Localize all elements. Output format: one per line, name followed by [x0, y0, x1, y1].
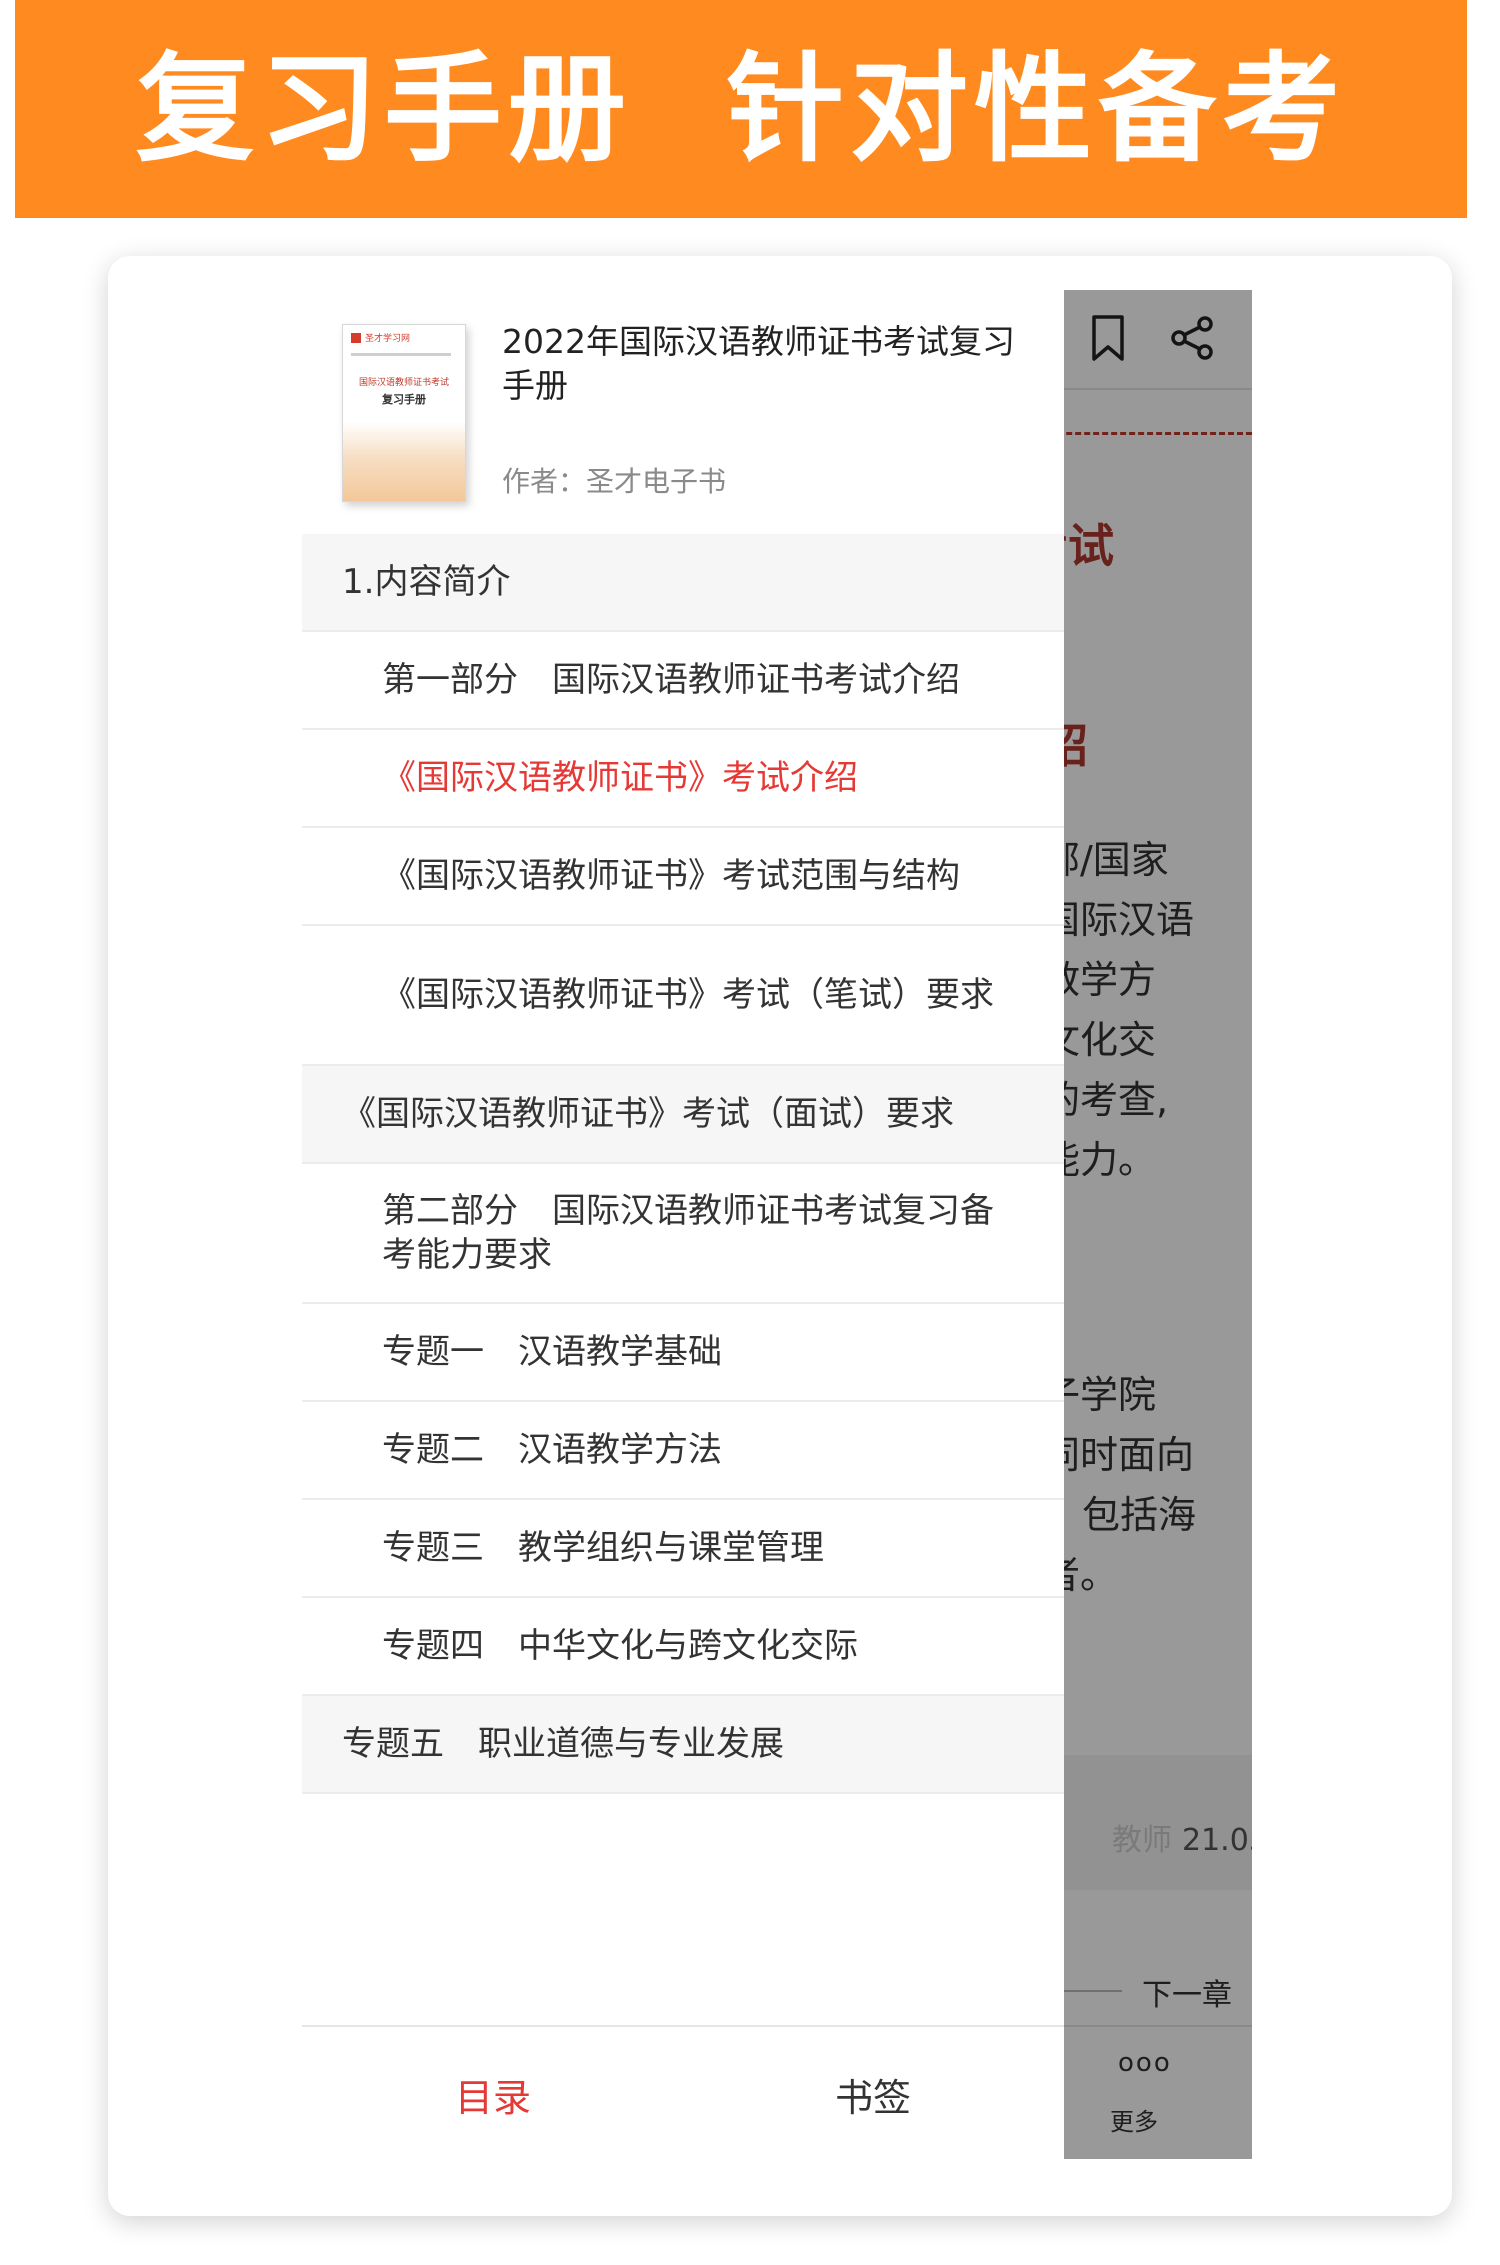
toc-item-label: 专题四 中华文化与跨文化交际	[382, 1626, 858, 1666]
toc-item-label: 专题三 教学组织与课堂管理	[382, 1528, 824, 1568]
cover-subtitle: 复习手册	[382, 393, 426, 406]
contents-drawer: 圣才学习网 国际汉语教师证书考试 复习手册 2022年国际汉语教师证书考试复习手…	[302, 290, 1064, 2159]
toc-item-label: 第二部分 国际汉语教师证书考试复习备考能力要求	[382, 1191, 994, 1275]
banner-title: 复习手册 针对性备考	[135, 40, 1347, 178]
cover-title: 国际汉语教师证书考试	[358, 378, 449, 388]
toc-item-active[interactable]: 《国际汉语教师证书》考试介绍	[302, 730, 1064, 828]
toc-item[interactable]: 《国际汉语教师证书》考试（笔试）要求	[302, 926, 1064, 1066]
toc-item[interactable]: 《国际汉语教师证书》考试范围与结构	[302, 828, 1064, 926]
toc-item[interactable]: 第二部分 国际汉语教师证书考试复习备考能力要求	[302, 1164, 1064, 1304]
toc-list: 1.内容简介 第一部分 国际汉语教师证书考试介绍 《国际汉语教师证书》考试介绍 …	[302, 534, 1064, 1794]
publisher-logo-icon	[351, 333, 361, 343]
toc-item-label: 专题一 汉语教学基础	[382, 1332, 722, 1372]
tab-bookmarks[interactable]: 书签	[835, 2067, 911, 2122]
cover-rule	[351, 353, 451, 356]
book-author: 作者：圣才电子书	[502, 465, 727, 498]
toc-item[interactable]: 专题三 教学组织与课堂管理	[302, 1500, 1064, 1598]
toc-item[interactable]: 专题四 中华文化与跨文化交际	[302, 1598, 1064, 1696]
toc-item-label: 《国际汉语教师证书》考试介绍	[382, 758, 858, 798]
toc-item-label: 专题二 汉语教学方法	[382, 1430, 722, 1470]
promo-banner: 复习手册 针对性备考	[15, 0, 1467, 218]
toc-item-label: 1.内容简介	[342, 562, 511, 602]
toc-item[interactable]: 专题二 汉语教学方法	[302, 1402, 1064, 1500]
book-title: 2022年国际汉语教师证书考试复习手册	[502, 322, 1015, 405]
toc-item-label: 专题五 职业道德与专业发展	[342, 1724, 784, 1764]
toc-item[interactable]: 《国际汉语教师证书》考试（面试）要求	[302, 1066, 1064, 1164]
toc-item[interactable]: 专题五 职业道德与专业发展	[302, 1696, 1064, 1794]
toc-item-label: 《国际汉语教师证书》考试（面试）要求	[342, 1094, 954, 1134]
cover-logo-text: 圣才学习网	[365, 334, 411, 344]
toc-item-label: 第一部分 国际汉语教师证书考试介绍	[382, 660, 960, 700]
toc-item[interactable]: 1.内容简介	[302, 534, 1064, 632]
toc-item[interactable]: 专题一 汉语教学基础	[302, 1304, 1064, 1402]
phone-screen: 考试 绍 部/国家 国际汉语 教学方 文化交 的考查, 能力。 子学院 同时面向…	[302, 290, 1252, 2159]
book-cover-image: 圣才学习网 国际汉语教师证书考试 复习手册	[342, 324, 466, 502]
toc-item-label: 《国际汉语教师证书》考试（笔试）要求	[382, 975, 994, 1015]
drawer-tab-bar: 目录 书签	[302, 2025, 1064, 2159]
tab-contents[interactable]: 目录	[455, 2067, 531, 2122]
toc-item-label: 《国际汉语教师证书》考试范围与结构	[382, 856, 960, 896]
toc-item[interactable]: 第一部分 国际汉语教师证书考试介绍	[302, 632, 1064, 730]
